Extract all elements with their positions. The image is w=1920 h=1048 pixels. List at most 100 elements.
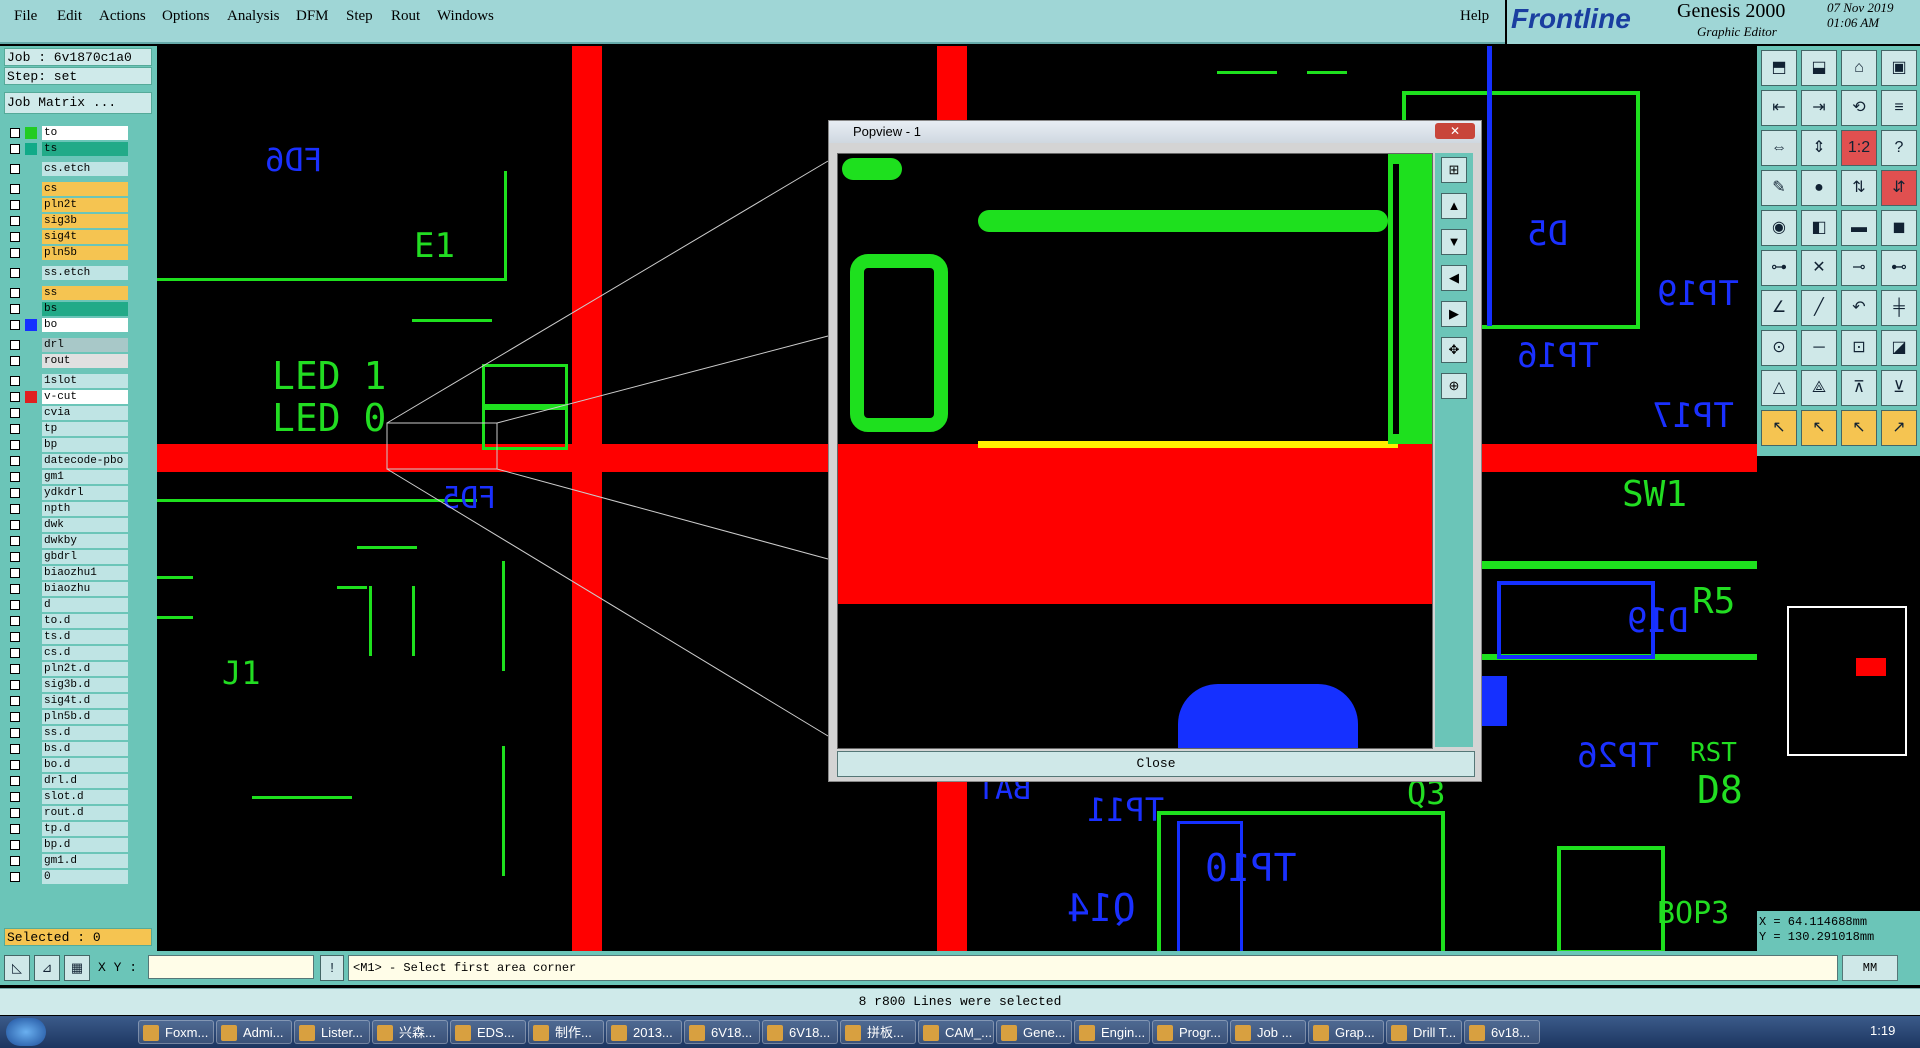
- mode-icon-2[interactable]: ⊿: [34, 955, 60, 981]
- job-matrix-button[interactable]: Job Matrix ...: [4, 92, 152, 114]
- layer-checkbox[interactable]: [10, 200, 20, 210]
- layer-row[interactable]: ts.d: [6, 630, 128, 644]
- layer-row[interactable]: bo.d: [6, 758, 128, 772]
- layer-row[interactable]: cs: [6, 182, 128, 196]
- tool-icon-7[interactable]: ⟲: [1841, 90, 1877, 126]
- tool-icon-38[interactable]: ↖: [1801, 410, 1837, 446]
- layer-row[interactable]: bs: [6, 302, 128, 316]
- layer-row[interactable]: tp: [6, 422, 128, 436]
- layer-checkbox[interactable]: [10, 340, 20, 350]
- layer-row[interactable]: 0: [6, 870, 128, 884]
- taskbar-item[interactable]: 6V18...: [684, 1020, 760, 1044]
- layer-row[interactable]: biaozhu: [6, 582, 128, 596]
- tool-icon-11[interactable]: 1:2: [1841, 130, 1877, 166]
- menu-step[interactable]: Step: [346, 8, 373, 25]
- layer-row[interactable]: sig4t: [6, 230, 128, 244]
- tool-icon-30[interactable]: ─: [1801, 330, 1837, 366]
- layer-row[interactable]: gm1: [6, 470, 128, 484]
- taskbar-item[interactable]: 兴森...: [372, 1020, 448, 1044]
- pv-right-icon[interactable]: ▶: [1441, 301, 1467, 327]
- taskbar-item[interactable]: 6v18...: [1464, 1020, 1540, 1044]
- layer-row[interactable]: ts: [6, 142, 128, 156]
- tool-icon-21[interactable]: ⊶: [1761, 250, 1797, 286]
- taskbar-item[interactable]: Gene...: [996, 1020, 1072, 1044]
- popview-titlebar[interactable]: Popview - 1 ✕: [829, 121, 1481, 143]
- layer-row[interactable]: gm1.d: [6, 854, 128, 868]
- taskbar-item[interactable]: EDS...: [450, 1020, 526, 1044]
- taskbar-item[interactable]: Admi...: [216, 1020, 292, 1044]
- layer-checkbox[interactable]: [10, 504, 20, 514]
- tool-icon-5[interactable]: ⇤: [1761, 90, 1797, 126]
- pv-zoom-icon[interactable]: ⊞: [1441, 157, 1467, 183]
- tool-icon-34[interactable]: ⟁: [1801, 370, 1837, 406]
- taskbar-item[interactable]: Drill T...: [1386, 1020, 1462, 1044]
- tool-icon-28[interactable]: ╪: [1881, 290, 1917, 326]
- layer-checkbox[interactable]: [10, 600, 20, 610]
- layer-row[interactable]: slot.d: [6, 790, 128, 804]
- layer-row[interactable]: sig4t.d: [6, 694, 128, 708]
- taskbar-item[interactable]: Job ...: [1230, 1020, 1306, 1044]
- alert-icon[interactable]: !: [320, 955, 344, 981]
- layer-checkbox[interactable]: [10, 248, 20, 258]
- tool-icon-32[interactable]: ◪: [1881, 330, 1917, 366]
- taskbar-item[interactable]: CAM_...: [918, 1020, 994, 1044]
- layer-checkbox[interactable]: [10, 824, 20, 834]
- popview-close-button[interactable]: Close: [837, 751, 1475, 777]
- layer-checkbox[interactable]: [10, 320, 20, 330]
- tool-icon-10[interactable]: ⇕: [1801, 130, 1837, 166]
- layer-checkbox[interactable]: [10, 268, 20, 278]
- tool-icon-35[interactable]: ⊼: [1841, 370, 1877, 406]
- layer-checkbox[interactable]: [10, 288, 20, 298]
- layer-row[interactable]: cs.etch: [6, 162, 128, 176]
- tool-icon-36[interactable]: ⊻: [1881, 370, 1917, 406]
- layer-row[interactable]: dwk: [6, 518, 128, 532]
- layer-checkbox[interactable]: [10, 376, 20, 386]
- menu-windows[interactable]: Windows: [437, 8, 494, 25]
- units-select[interactable]: MM: [1842, 955, 1898, 981]
- layer-checkbox[interactable]: [10, 776, 20, 786]
- popview-close-icon[interactable]: ✕: [1435, 123, 1475, 139]
- tool-icon-22[interactable]: ✕: [1801, 250, 1837, 286]
- tool-icon-3[interactable]: ⌂: [1841, 50, 1877, 86]
- layer-checkbox[interactable]: [10, 840, 20, 850]
- layer-checkbox[interactable]: [10, 164, 20, 174]
- tool-icon-24[interactable]: ⊷: [1881, 250, 1917, 286]
- menu-dfm[interactable]: DFM: [296, 8, 329, 25]
- layer-row[interactable]: gbdrl: [6, 550, 128, 564]
- layer-row[interactable]: rout.d: [6, 806, 128, 820]
- pv-down-icon[interactable]: ▼: [1441, 229, 1467, 255]
- layer-checkbox[interactable]: [10, 744, 20, 754]
- layer-checkbox[interactable]: [10, 456, 20, 466]
- layer-checkbox[interactable]: [10, 664, 20, 674]
- tool-icon-16[interactable]: ⇵: [1881, 170, 1917, 206]
- layer-checkbox[interactable]: [10, 648, 20, 658]
- tool-icon-2[interactable]: ⬓: [1801, 50, 1837, 86]
- xy-input[interactable]: [148, 955, 314, 979]
- tool-icon-6[interactable]: ⇥: [1801, 90, 1837, 126]
- start-button[interactable]: [6, 1018, 46, 1046]
- layer-checkbox[interactable]: [10, 680, 20, 690]
- tool-icon-25[interactable]: ∠: [1761, 290, 1797, 326]
- menu-options[interactable]: Options: [162, 8, 210, 25]
- tool-icon-1[interactable]: ⬒: [1761, 50, 1797, 86]
- layer-checkbox[interactable]: [10, 616, 20, 626]
- layer-row[interactable]: rout: [6, 354, 128, 368]
- tool-icon-23[interactable]: ⊸: [1841, 250, 1877, 286]
- layer-checkbox[interactable]: [10, 440, 20, 450]
- tool-icon-4[interactable]: ▣: [1881, 50, 1917, 86]
- layer-checkbox[interactable]: [10, 808, 20, 818]
- layer-row[interactable]: sig3b.d: [6, 678, 128, 692]
- layer-row[interactable]: bp.d: [6, 838, 128, 852]
- layer-row[interactable]: pln2t.d: [6, 662, 128, 676]
- pv-up-icon[interactable]: ▲: [1441, 193, 1467, 219]
- tool-icon-33[interactable]: △: [1761, 370, 1797, 406]
- layer-row[interactable]: cvia: [6, 406, 128, 420]
- tool-icon-20[interactable]: ◼: [1881, 210, 1917, 246]
- layer-checkbox[interactable]: [10, 184, 20, 194]
- layer-row[interactable]: drl: [6, 338, 128, 352]
- tool-icon-12[interactable]: ?: [1881, 130, 1917, 166]
- layer-checkbox[interactable]: [10, 584, 20, 594]
- layer-row[interactable]: cs.d: [6, 646, 128, 660]
- layer-checkbox[interactable]: [10, 408, 20, 418]
- layer-checkbox[interactable]: [10, 216, 20, 226]
